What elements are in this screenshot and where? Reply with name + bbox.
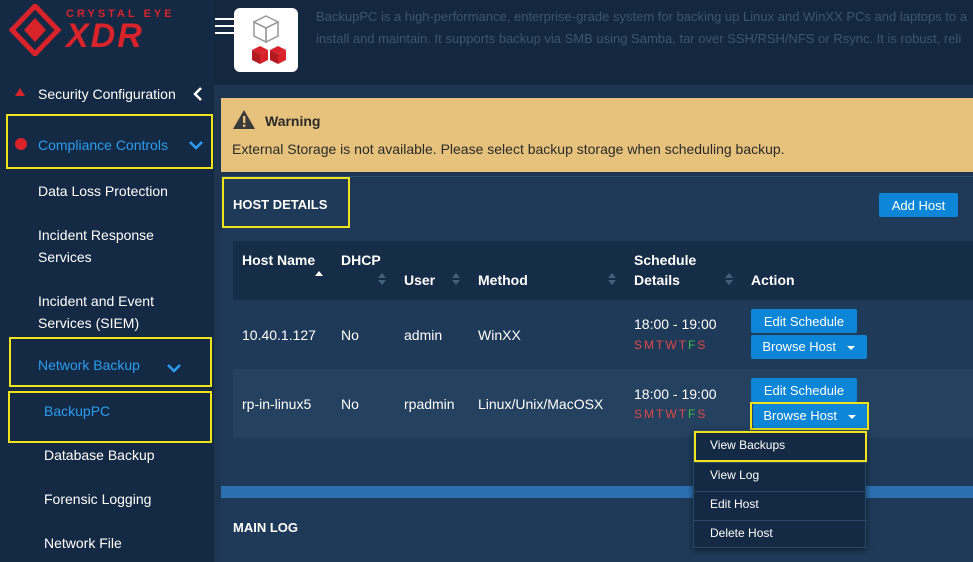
- day-label: S: [697, 338, 707, 352]
- column-user[interactable]: User: [404, 272, 435, 288]
- warning-icon: [233, 110, 255, 129]
- sort-icon[interactable]: [725, 272, 733, 286]
- sidebar-item-incident-event-services[interactable]: Incident and Event Services (SIEM): [38, 290, 154, 334]
- cell-schedule-time: 18:00 - 19:00: [634, 386, 717, 402]
- compliance-icon: [15, 138, 27, 150]
- backuppc-app-icon: [234, 8, 298, 72]
- cell-schedule-time: 18:00 - 19:00: [634, 316, 717, 332]
- column-dhcp[interactable]: DHCP: [341, 252, 381, 268]
- sidebar: CRYSTAL EYE XDR Security Configuration C…: [0, 0, 214, 562]
- schedule-days: SMTWTFS: [634, 338, 707, 352]
- warning-title: Warning: [265, 113, 321, 129]
- sort-icon[interactable]: [452, 272, 460, 286]
- day-label: F: [688, 407, 697, 421]
- sidebar-item-label: Network Backup: [38, 357, 140, 373]
- day-label: T: [656, 407, 665, 421]
- cell-host-name: rp-in-linux5: [242, 396, 312, 412]
- cell-method: Linux/Unix/MacOSX: [478, 396, 604, 412]
- schedule-days: SMTWTFS: [634, 407, 707, 421]
- column-host-name[interactable]: Host Name: [242, 252, 315, 268]
- app-description-line: install and maintain. It supports backup…: [316, 31, 962, 46]
- app-description-line: BackupPC is a high-performance, enterpri…: [316, 9, 968, 24]
- menu-item-view-log[interactable]: View Log: [710, 468, 759, 482]
- sidebar-item-incident-response[interactable]: Incident Response Services: [38, 224, 154, 268]
- menu-divider: [694, 462, 867, 463]
- menu-item-edit-host[interactable]: Edit Host: [710, 497, 759, 511]
- cell-user: rpadmin: [404, 396, 455, 412]
- day-label: M: [644, 338, 656, 352]
- edit-schedule-button[interactable]: Edit Schedule: [751, 378, 857, 402]
- cell-dhcp: No: [341, 396, 359, 412]
- menu-item-delete-host[interactable]: Delete Host: [710, 526, 773, 540]
- column-label: Schedule: [634, 252, 697, 268]
- day-label: W: [665, 338, 678, 352]
- day-label: T: [678, 407, 688, 421]
- day-label: T: [678, 338, 688, 352]
- cell-user: admin: [404, 327, 443, 343]
- day-label: S: [634, 407, 644, 421]
- sidebar-item-label: Incident Response: [38, 227, 154, 243]
- browse-host-button[interactable]: Browse Host: [751, 335, 867, 359]
- sidebar-item-network-backup[interactable]: Network Backup: [0, 356, 214, 380]
- warning-message: External Storage is not available. Pleas…: [232, 141, 785, 157]
- sidebar-item-label: Services: [38, 249, 92, 265]
- browse-host-dropdown: View Backups View Log Edit Host Delete H…: [693, 430, 867, 548]
- sidebar-item-label: Services (SIEM): [38, 315, 140, 331]
- sidebar-item-label: Incident and Event: [38, 293, 154, 309]
- cell-host-name: 10.40.1.127: [242, 327, 316, 343]
- sidebar-item-security-configuration[interactable]: Security Configuration: [0, 80, 214, 108]
- chevron-left-icon: [193, 87, 202, 101]
- cell-method: WinXX: [478, 327, 521, 343]
- chevron-down-icon: [189, 141, 203, 150]
- sidebar-item-compliance-controls[interactable]: Compliance Controls: [0, 130, 214, 158]
- browse-host-button[interactable]: Browse Host: [753, 404, 867, 428]
- sort-icon[interactable]: [378, 272, 386, 286]
- day-label: T: [656, 338, 665, 352]
- column-schedule[interactable]: Schedule Details: [634, 252, 696, 288]
- cell-dhcp: No: [341, 327, 359, 343]
- menu-divider: [694, 491, 867, 492]
- sidebar-item-forensic-logging[interactable]: Forensic Logging: [44, 488, 151, 510]
- column-method[interactable]: Method: [478, 272, 528, 288]
- sidebar-item-label: Compliance Controls: [38, 137, 168, 153]
- sort-icon[interactable]: [608, 272, 616, 286]
- day-label: W: [665, 407, 678, 421]
- day-label: S: [697, 407, 707, 421]
- sort-asc-icon[interactable]: [315, 270, 323, 284]
- browse-host-label: Browse Host: [763, 408, 838, 423]
- sidebar-item-data-loss-protection[interactable]: Data Loss Protection: [38, 180, 168, 202]
- sidebar-item-network-file[interactable]: Network File: [44, 532, 122, 554]
- host-details-title: HOST DETAILS: [233, 197, 328, 212]
- cubes-icon: [252, 15, 286, 64]
- sidebar-item-label: Security Configuration: [38, 86, 176, 102]
- logo-icon: [8, 4, 62, 56]
- edit-schedule-button[interactable]: Edit Schedule: [751, 309, 857, 333]
- day-label: M: [644, 407, 656, 421]
- warning-alert: Warning External Storage is not availabl…: [221, 98, 973, 172]
- caret-down-icon: [847, 415, 856, 419]
- menu-divider: [694, 520, 867, 521]
- sidebar-item-database-backup[interactable]: Database Backup: [44, 444, 155, 466]
- shield-icon: [15, 88, 25, 96]
- caret-down-icon: [846, 346, 855, 350]
- menu-item-view-backups[interactable]: View Backups: [710, 438, 785, 452]
- day-label: S: [634, 338, 644, 352]
- column-label: Details: [634, 272, 680, 288]
- day-label: F: [688, 338, 697, 352]
- main-log-title: MAIN LOG: [233, 520, 298, 535]
- brand-logo[interactable]: CRYSTAL EYE XDR: [8, 4, 198, 56]
- sidebar-item-backuppc[interactable]: BackupPC: [44, 400, 110, 422]
- column-action: Action: [751, 272, 795, 288]
- app-description: BackupPC is a high-performance, enterpri…: [316, 6, 973, 50]
- brand-name: XDR: [66, 17, 144, 55]
- browse-host-label: Browse Host: [762, 339, 837, 354]
- chevron-down-icon: [167, 364, 181, 373]
- add-host-button[interactable]: Add Host: [879, 193, 958, 217]
- table-header: [233, 241, 973, 300]
